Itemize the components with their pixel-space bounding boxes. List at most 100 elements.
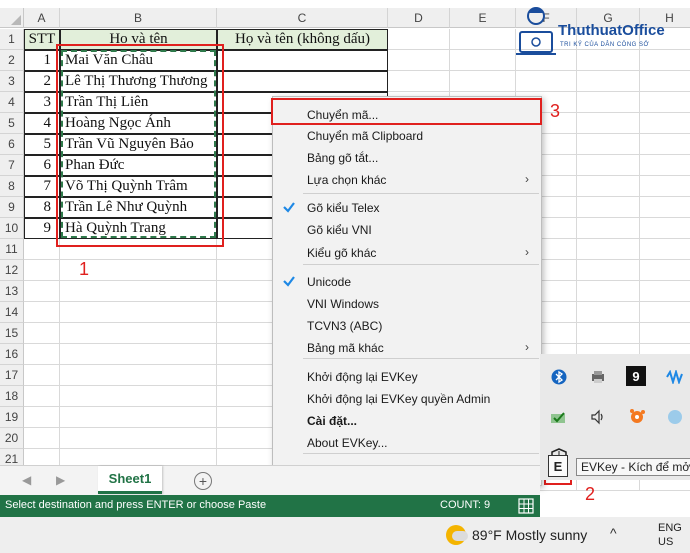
- row-header-2[interactable]: 2: [0, 50, 24, 71]
- row-header-13[interactable]: 13: [0, 281, 24, 302]
- header-cell-name[interactable]: Họ và tên: [60, 29, 217, 50]
- tab-sheet1[interactable]: Sheet1: [98, 466, 162, 494]
- menu-item-12[interactable]: Khởi động lại EVKey quyền Admin: [273, 388, 541, 410]
- column-header-a[interactable]: A: [24, 8, 60, 28]
- empty-cell[interactable]: [24, 302, 60, 323]
- cell-stt[interactable]: 9: [24, 218, 60, 239]
- row-header-11[interactable]: 11: [0, 239, 24, 260]
- speaker-icon[interactable]: [587, 406, 609, 428]
- row-header-6[interactable]: 6: [0, 134, 24, 155]
- menu-item-4[interactable]: Gõ kiểu Telex: [273, 197, 541, 219]
- row-header-14[interactable]: 14: [0, 302, 24, 323]
- add-sheet-button[interactable]: +: [194, 472, 212, 490]
- cell-stt[interactable]: 5: [24, 134, 60, 155]
- row-header-18[interactable]: 18: [0, 386, 24, 407]
- cell-name[interactable]: Trần Thị Liên: [60, 92, 217, 113]
- row-header-16[interactable]: 16: [0, 344, 24, 365]
- menu-item-3[interactable]: Lựa chọn khác ›: [273, 169, 541, 191]
- row-header-1[interactable]: 1: [0, 29, 24, 50]
- row-header-19[interactable]: 19: [0, 407, 24, 428]
- empty-cell[interactable]: [60, 323, 217, 344]
- bluetooth-icon[interactable]: [548, 366, 570, 388]
- row-header-15[interactable]: 15: [0, 323, 24, 344]
- empty-cell[interactable]: [640, 176, 690, 197]
- empty-cell[interactable]: [60, 344, 217, 365]
- menu-item-10[interactable]: Bảng mã khác ›: [273, 337, 541, 359]
- row-header-10[interactable]: 10: [0, 218, 24, 239]
- row-header-7[interactable]: 7: [0, 155, 24, 176]
- menu-item-6[interactable]: Kiểu gõ khác ›: [273, 242, 541, 264]
- cell-name[interactable]: Trần Vũ Nguyên Bảo: [60, 134, 217, 155]
- menu-item-13[interactable]: Cài đặt...: [273, 410, 541, 432]
- scroll-right-arrow-icon[interactable]: ▶: [56, 473, 65, 487]
- empty-cell[interactable]: [640, 281, 690, 302]
- empty-cell[interactable]: [577, 113, 640, 134]
- evkey-icon[interactable]: E: [548, 455, 568, 477]
- shield-check-icon[interactable]: [548, 406, 570, 428]
- avast-icon[interactable]: [626, 406, 648, 428]
- empty-cell[interactable]: [60, 239, 217, 260]
- header-cell-stt[interactable]: STT: [24, 29, 60, 50]
- empty-cell[interactable]: [450, 29, 516, 50]
- empty-cell[interactable]: [640, 134, 690, 155]
- empty-cell[interactable]: [24, 323, 60, 344]
- empty-cell[interactable]: [60, 407, 217, 428]
- empty-cell[interactable]: [24, 428, 60, 449]
- empty-cell[interactable]: [640, 71, 690, 92]
- empty-cell[interactable]: [577, 302, 640, 323]
- empty-cell[interactable]: [640, 218, 690, 239]
- cell-stt[interactable]: 1: [24, 50, 60, 71]
- cell-name[interactable]: Võ Thị Quỳnh Trâm: [60, 176, 217, 197]
- audio-meter-icon[interactable]: [664, 366, 686, 388]
- menu-item-2[interactable]: Bảng gõ tắt...: [273, 147, 541, 169]
- menu-item-1[interactable]: Chuyển mã Clipboard: [273, 125, 541, 147]
- column-header-e[interactable]: E: [450, 8, 516, 28]
- empty-cell[interactable]: [577, 218, 640, 239]
- empty-cell[interactable]: [388, 50, 450, 71]
- weather-widget[interactable]: 89°F Mostly sunny: [446, 525, 587, 545]
- empty-cell[interactable]: [60, 281, 217, 302]
- empty-cell[interactable]: [577, 281, 640, 302]
- empty-cell[interactable]: [60, 302, 217, 323]
- empty-cell[interactable]: [577, 71, 640, 92]
- menu-item-0[interactable]: Chuyển mã...: [273, 104, 541, 126]
- empty-cell[interactable]: [577, 260, 640, 281]
- empty-cell[interactable]: [60, 428, 217, 449]
- empty-cell[interactable]: [577, 323, 640, 344]
- cell-name-no-accent[interactable]: [217, 50, 388, 71]
- nine-icon[interactable]: 9: [626, 366, 646, 386]
- empty-cell[interactable]: [577, 134, 640, 155]
- empty-cell[interactable]: [577, 92, 640, 113]
- row-header-17[interactable]: 17: [0, 365, 24, 386]
- empty-cell[interactable]: [24, 365, 60, 386]
- cell-name[interactable]: Hà Quỳnh Trang: [60, 218, 217, 239]
- cell-name[interactable]: Mai Văn Châu: [60, 50, 217, 71]
- cell-stt[interactable]: 6: [24, 155, 60, 176]
- skype-icon[interactable]: [664, 406, 686, 428]
- show-hidden-icons-button[interactable]: ^: [610, 525, 617, 541]
- cell-stt[interactable]: 4: [24, 113, 60, 134]
- empty-cell[interactable]: [577, 239, 640, 260]
- cell-name[interactable]: Lê Thị Thương Thương: [60, 71, 217, 92]
- row-header-9[interactable]: 9: [0, 197, 24, 218]
- empty-cell[interactable]: [577, 197, 640, 218]
- header-cell-name-no-accent[interactable]: Họ và tên (không dấu): [217, 29, 388, 50]
- cell-name[interactable]: Trần Lê Như Quỳnh: [60, 197, 217, 218]
- empty-cell[interactable]: [640, 302, 690, 323]
- empty-cell[interactable]: [577, 176, 640, 197]
- menu-item-11[interactable]: Khởi động lại EVKey: [273, 366, 541, 388]
- empty-cell[interactable]: [24, 260, 60, 281]
- cell-stt[interactable]: 8: [24, 197, 60, 218]
- language-indicator[interactable]: ENG US: [658, 521, 682, 549]
- cell-stt[interactable]: 7: [24, 176, 60, 197]
- empty-cell[interactable]: [640, 197, 690, 218]
- menu-item-14[interactable]: About EVKey...: [273, 432, 541, 454]
- empty-cell[interactable]: [450, 71, 516, 92]
- cell-stt[interactable]: 2: [24, 71, 60, 92]
- empty-cell[interactable]: [24, 344, 60, 365]
- empty-cell[interactable]: [388, 29, 450, 50]
- column-header-c[interactable]: C: [217, 8, 388, 28]
- empty-cell[interactable]: [24, 239, 60, 260]
- empty-cell[interactable]: [516, 71, 577, 92]
- column-header-d[interactable]: D: [388, 8, 450, 28]
